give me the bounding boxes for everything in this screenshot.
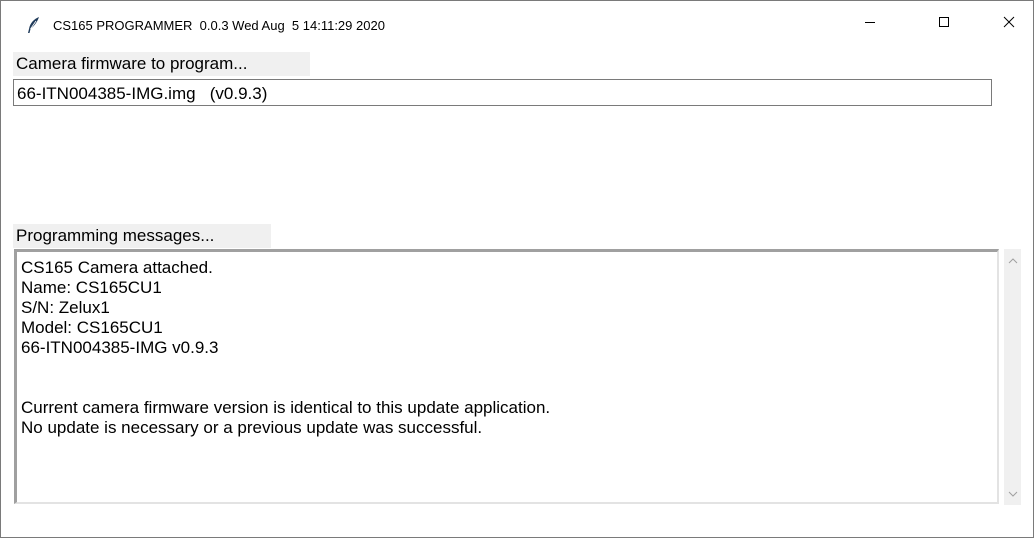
messages-scrollbar[interactable] bbox=[1004, 249, 1021, 505]
maximize-icon bbox=[938, 15, 950, 33]
message-line bbox=[21, 358, 997, 378]
messages-label: Programming messages... bbox=[13, 224, 271, 248]
message-line bbox=[21, 378, 997, 398]
message-line: Name: CS165CU1 bbox=[21, 278, 162, 297]
message-line: Model: CS165CU1 bbox=[21, 318, 163, 337]
message-line: Current camera firmware version is ident… bbox=[21, 398, 551, 417]
app-window: CS165 PROGRAMMER 0.0.3 Wed Aug 5 14:11:2… bbox=[0, 0, 1034, 538]
message-line: No update is necessary or a previous upd… bbox=[21, 418, 483, 437]
main-content: Camera firmware to program... 66-ITN0043… bbox=[1, 47, 1033, 537]
firmware-label: Camera firmware to program... bbox=[13, 52, 310, 76]
message-line: S/N: Zelux1 bbox=[21, 298, 110, 317]
close-button[interactable] bbox=[986, 1, 1032, 47]
title-bar[interactable]: CS165 PROGRAMMER 0.0.3 Wed Aug 5 14:11:2… bbox=[1, 1, 1033, 47]
window-title: CS165 PROGRAMMER 0.0.3 Wed Aug 5 14:11:2… bbox=[53, 18, 385, 33]
maximize-button[interactable] bbox=[921, 1, 967, 47]
scroll-down-icon[interactable] bbox=[1004, 485, 1021, 502]
message-line: 66-ITN004385-IMG v0.9.3 bbox=[21, 338, 219, 357]
message-line: CS165 Camera attached. bbox=[21, 258, 213, 277]
firmware-field[interactable]: 66-ITN004385-IMG.img (v0.9.3) bbox=[13, 79, 992, 106]
feather-icon bbox=[27, 17, 41, 33]
minimize-icon bbox=[864, 15, 876, 33]
messages-textarea[interactable]: CS165 Camera attached. Name: CS165CU1 S/… bbox=[14, 249, 999, 504]
minimize-button[interactable] bbox=[847, 1, 893, 47]
scroll-up-icon[interactable] bbox=[1004, 252, 1021, 269]
close-icon bbox=[1003, 15, 1015, 33]
